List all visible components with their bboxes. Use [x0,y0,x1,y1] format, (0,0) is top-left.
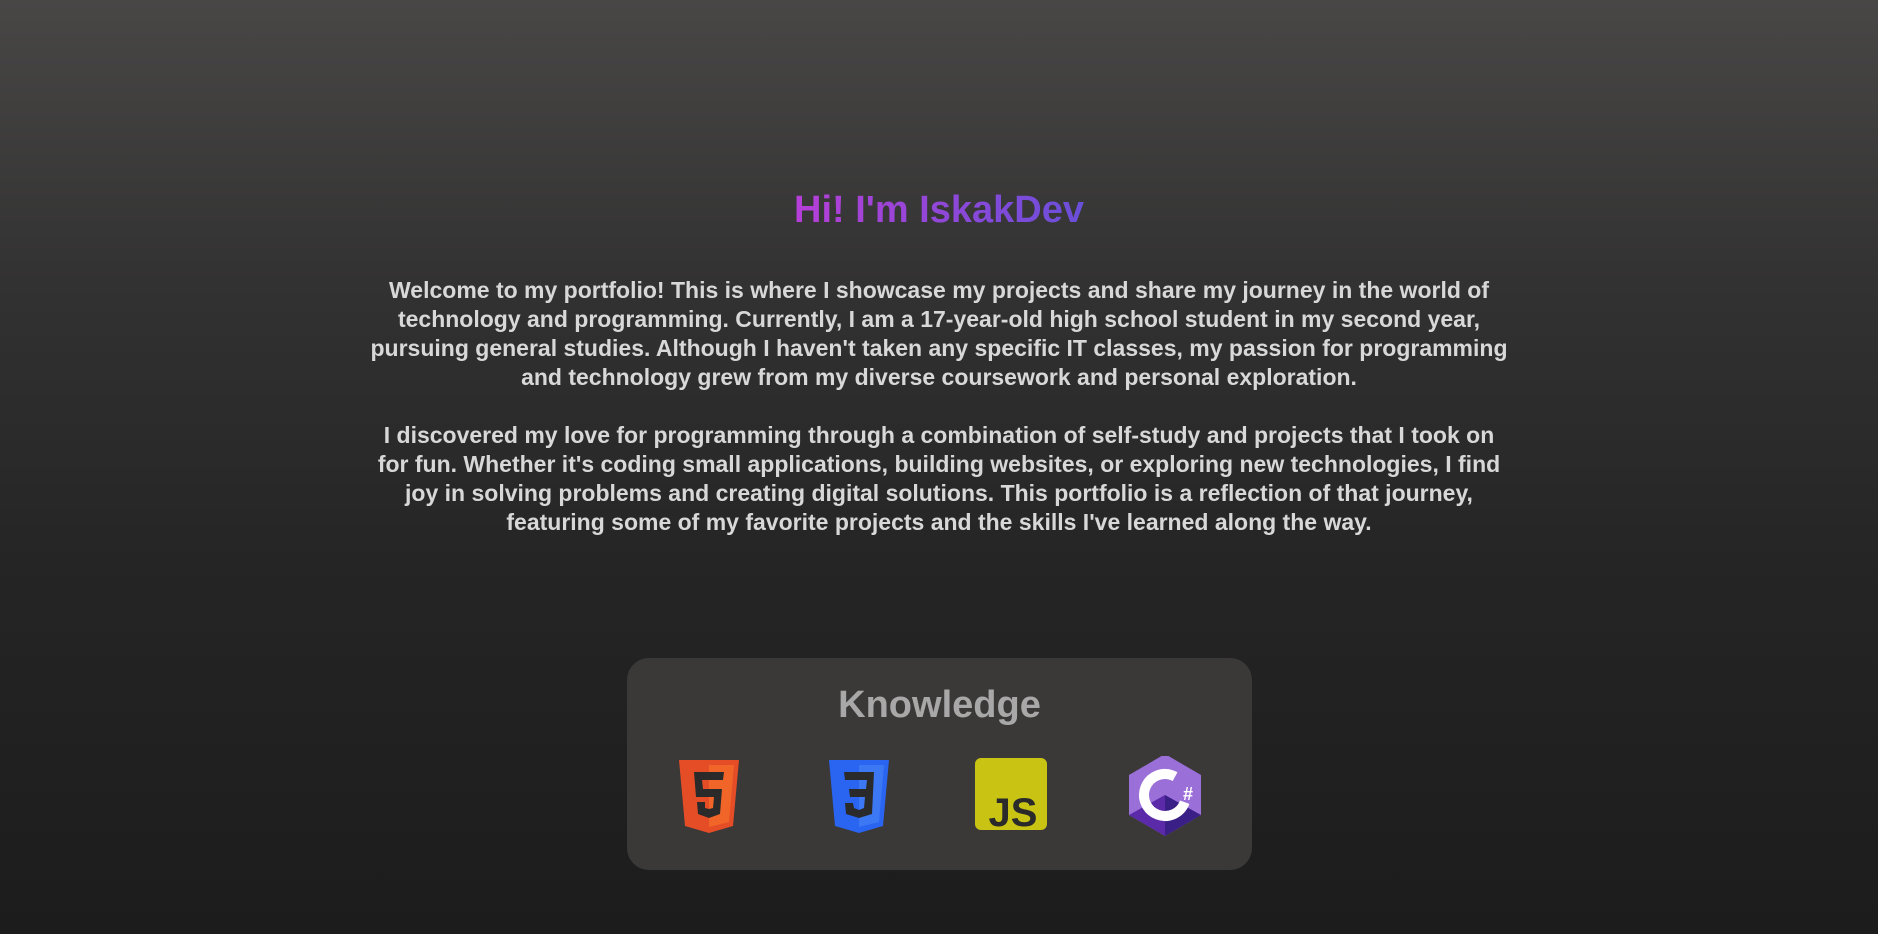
css3-icon [819,756,899,836]
csharp-icon: # [1125,756,1205,836]
javascript-label: JS [989,791,1038,835]
csharp-label: # [1183,784,1193,804]
bio-section: Welcome to my portfolio! This is where I… [370,276,1508,566]
knowledge-card: Knowledge JS # [627,658,1252,870]
knowledge-heading: Knowledge [838,684,1041,726]
page-title: Hi! I'm IskakDev [794,189,1084,231]
bio-paragraph: I discovered my love for programming thr… [377,422,1501,535]
bio-paragraph: Welcome to my portfolio! This is where I… [370,277,1508,390]
javascript-icon: JS [971,756,1051,836]
html5-icon [669,756,749,836]
